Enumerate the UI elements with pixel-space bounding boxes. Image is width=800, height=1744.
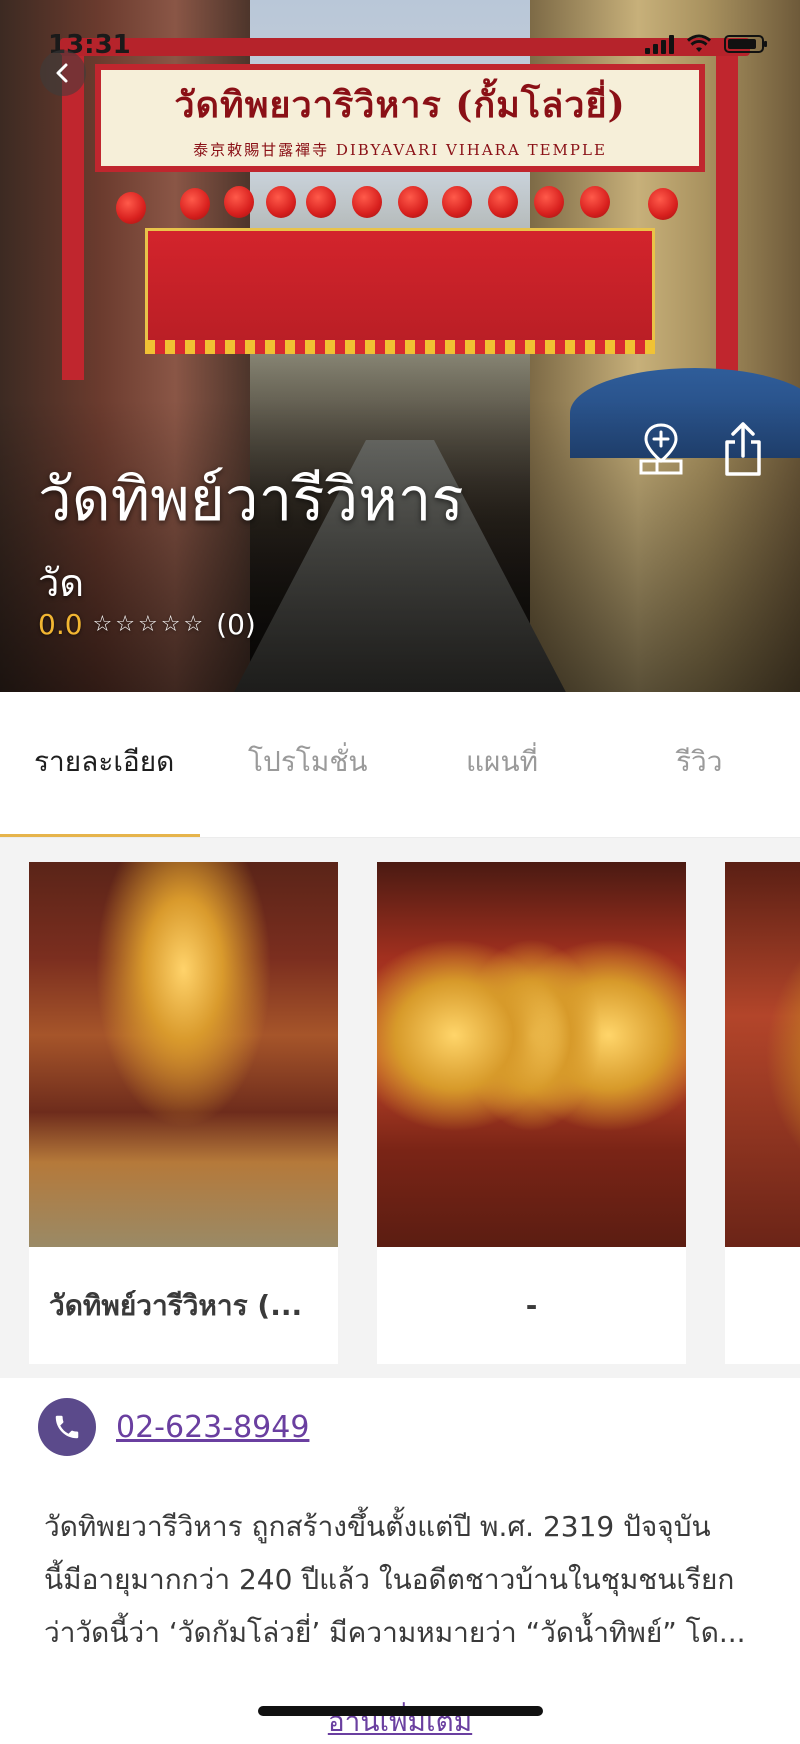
gallery-caption: [725, 1247, 800, 1364]
phone-glyph-icon: [55, 1415, 79, 1439]
rating-stars-icon: ☆☆☆☆☆: [92, 612, 207, 637]
home-indicator[interactable]: [258, 1706, 543, 1716]
rating-count: (0): [216, 608, 256, 641]
lantern: [180, 188, 210, 220]
place-category: วัด: [38, 561, 85, 605]
photo-gallery[interactable]: วัดทิพย์วารีวิหาร (... -: [0, 838, 800, 1378]
lantern: [580, 186, 610, 218]
lantern: [534, 186, 564, 218]
chevron-left-icon: [56, 63, 68, 83]
active-tab-indicator: [0, 834, 200, 837]
place-description: วัดทิพยวารีวิหาร ถูกสร้างขึ้นตั้งแต่ปี พ…: [44, 1500, 764, 1659]
phone-number-link[interactable]: 02-623-8949: [116, 1410, 309, 1445]
lantern: [266, 186, 296, 218]
description-line: นี้มีอายุมากกว่า 240 ปีแล้ว ในอดีตชาวบ้า…: [44, 1563, 735, 1596]
back-button[interactable]: [40, 50, 86, 96]
tab-promotions[interactable]: โปรโมชั่น: [248, 740, 368, 784]
rating-score: 0.0: [38, 608, 83, 641]
add-to-list-icon: [639, 423, 683, 475]
gallery-card[interactable]: [725, 862, 800, 1364]
banner-fringe: [145, 340, 655, 354]
signal-icon: [645, 34, 674, 54]
gallery-photo: [377, 862, 686, 1247]
phone-row: 02-623-8949: [38, 1398, 309, 1456]
description-line: ว่าวัดนี้ว่า ‘วัดกัมโล่วยี่’ มีความหมายว…: [44, 1616, 746, 1649]
tab-map[interactable]: แผนที่: [466, 740, 538, 784]
gallery-photo: [29, 862, 338, 1247]
gallery-caption: -: [525, 1289, 538, 1322]
share-button[interactable]: [716, 418, 770, 480]
lantern: [306, 186, 336, 218]
phone-icon[interactable]: [38, 1398, 96, 1456]
hero-image: วัดทิพยวาริวิหาร (กั้มโล่วยี่) 泰京敕賜甘露禪寺 …: [0, 0, 800, 692]
gallery-card[interactable]: -: [377, 862, 686, 1364]
gate-post-right: [716, 40, 738, 380]
detail-tabs: รายละเอียด โปรโมชั่น แผนที่ รีวิว: [0, 692, 800, 838]
add-to-list-button[interactable]: [634, 418, 688, 480]
share-icon: [725, 422, 761, 476]
gallery-card[interactable]: วัดทิพย์วารีวิหาร (...: [29, 862, 338, 1364]
tab-reviews[interactable]: รีวิว: [676, 740, 722, 784]
gallery-photo: [725, 862, 800, 1247]
status-icons: [645, 34, 767, 54]
red-banner: [145, 228, 655, 353]
lantern: [352, 186, 382, 218]
gate-sign-thai: วัดทิพยวาริวิหาร (กั้มโล่วยี่): [174, 84, 626, 126]
temple-gate-sign: วัดทิพยวาริวิหาร (กั้มโล่วยี่) 泰京敕賜甘露禪寺 …: [95, 64, 705, 172]
lantern: [116, 192, 146, 224]
lantern: [442, 186, 472, 218]
lantern: [398, 186, 428, 218]
lantern: [648, 188, 678, 220]
lantern: [488, 186, 518, 218]
description-line: วัดทิพยวารีวิหาร ถูกสร้างขึ้นตั้งแต่ปี พ…: [44, 1510, 711, 1543]
rating-row: 0.0 ☆☆☆☆☆ (0): [38, 608, 256, 641]
battery-icon: [724, 35, 767, 53]
gate-sign-english: 泰京敕賜甘露禪寺 DIBYAVARI VIHARA TEMPLE: [193, 141, 607, 159]
tab-details[interactable]: รายละเอียด: [34, 740, 174, 784]
place-title: วัดทิพย์วารีวิหาร: [38, 465, 464, 535]
wifi-icon: [687, 34, 711, 52]
lantern: [224, 186, 254, 218]
gallery-caption: วัดทิพย์วารีวิหาร (...: [49, 1288, 303, 1322]
